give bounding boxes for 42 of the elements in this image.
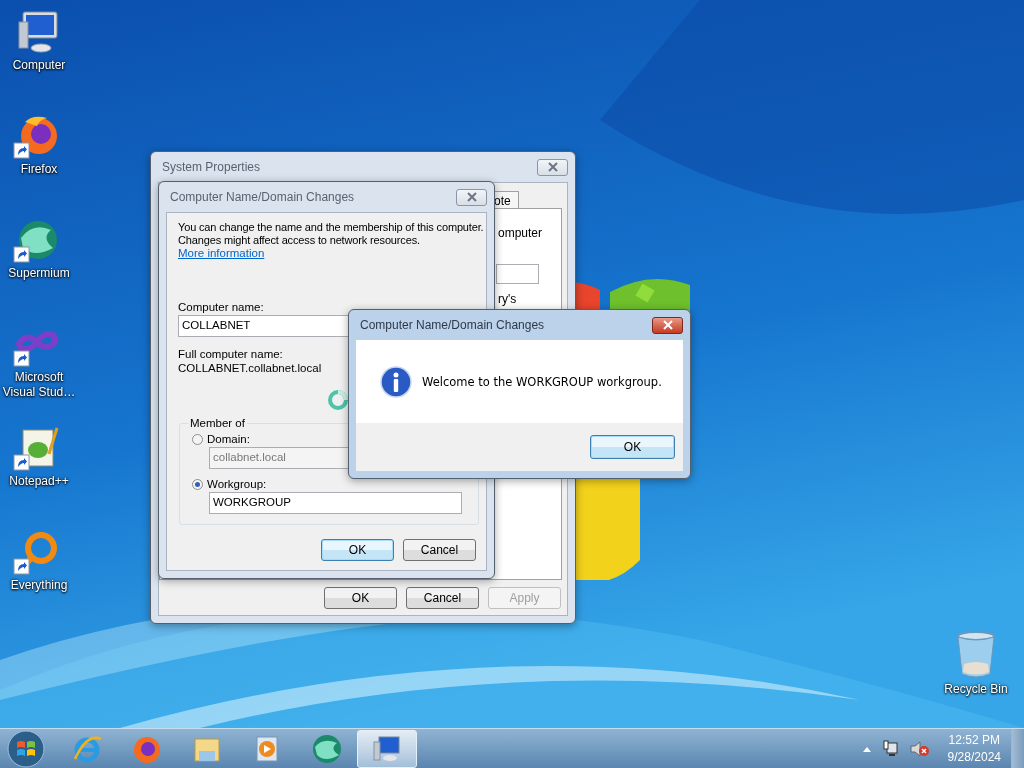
radio-label[interactable]: Workgroup: xyxy=(207,478,267,490)
icon-label[interactable]: Computer xyxy=(12,58,66,73)
dialog-button[interactable]: OK xyxy=(321,539,394,561)
close-button[interactable] xyxy=(537,158,568,176)
dialog-button[interactable]: Cancel xyxy=(403,539,476,561)
taskbar-button[interactable] xyxy=(357,729,417,768)
trash-bin-icon[interactable] xyxy=(954,630,998,680)
info-icon xyxy=(380,365,412,398)
spinner-icon xyxy=(326,389,349,411)
field-label: Full computer name: xyxy=(178,347,283,361)
close-button[interactable] xyxy=(456,188,487,206)
icon-label[interactable]: Notepad++ xyxy=(9,474,69,489)
full-name-value: COLLABNET.collabnet.local xyxy=(178,361,322,375)
muted-speaker-icon[interactable] xyxy=(909,739,930,758)
radio-button[interactable] xyxy=(192,433,203,445)
icon-label[interactable]: Microsoft Visual Stud… xyxy=(1,370,77,400)
dialog-button[interactable]: OK xyxy=(590,435,675,459)
swirl-globe-icon xyxy=(311,732,343,765)
message-text: Welcome to the WORKGROUP workgroup. xyxy=(422,374,662,389)
close-icon xyxy=(546,162,559,172)
close-icon xyxy=(465,192,478,202)
more-information-link[interactable]: More information xyxy=(178,247,265,260)
description-text: You can change the name and the membership of this computer. Changes might affect access to network resources. xyxy=(178,221,484,247)
text-field[interactable] xyxy=(496,264,539,284)
radio-label[interactable]: Domain: xyxy=(207,433,250,445)
dialog-button[interactable]: Cancel xyxy=(406,587,479,609)
dialog-button[interactable]: OK xyxy=(324,587,397,609)
window-title: System Properties xyxy=(162,160,261,174)
close-button[interactable] xyxy=(652,316,683,334)
icon-label[interactable]: Supermium xyxy=(8,266,70,281)
group-label: Member of xyxy=(189,417,246,429)
text-field[interactable]: WORKGROUP xyxy=(209,492,462,514)
field-label: Computer name: xyxy=(178,300,264,314)
label-text: omputer xyxy=(498,226,543,240)
window-title: Computer Name/Domain Changes xyxy=(170,190,355,204)
radio-button[interactable] xyxy=(192,478,203,490)
icon-label[interactable]: Everything xyxy=(10,578,68,593)
network-icon[interactable] xyxy=(881,739,900,758)
start-button[interactable] xyxy=(7,729,45,768)
icon-label[interactable]: Firefox xyxy=(20,162,58,177)
close-icon xyxy=(661,320,674,330)
label-text: ry's xyxy=(498,292,517,306)
